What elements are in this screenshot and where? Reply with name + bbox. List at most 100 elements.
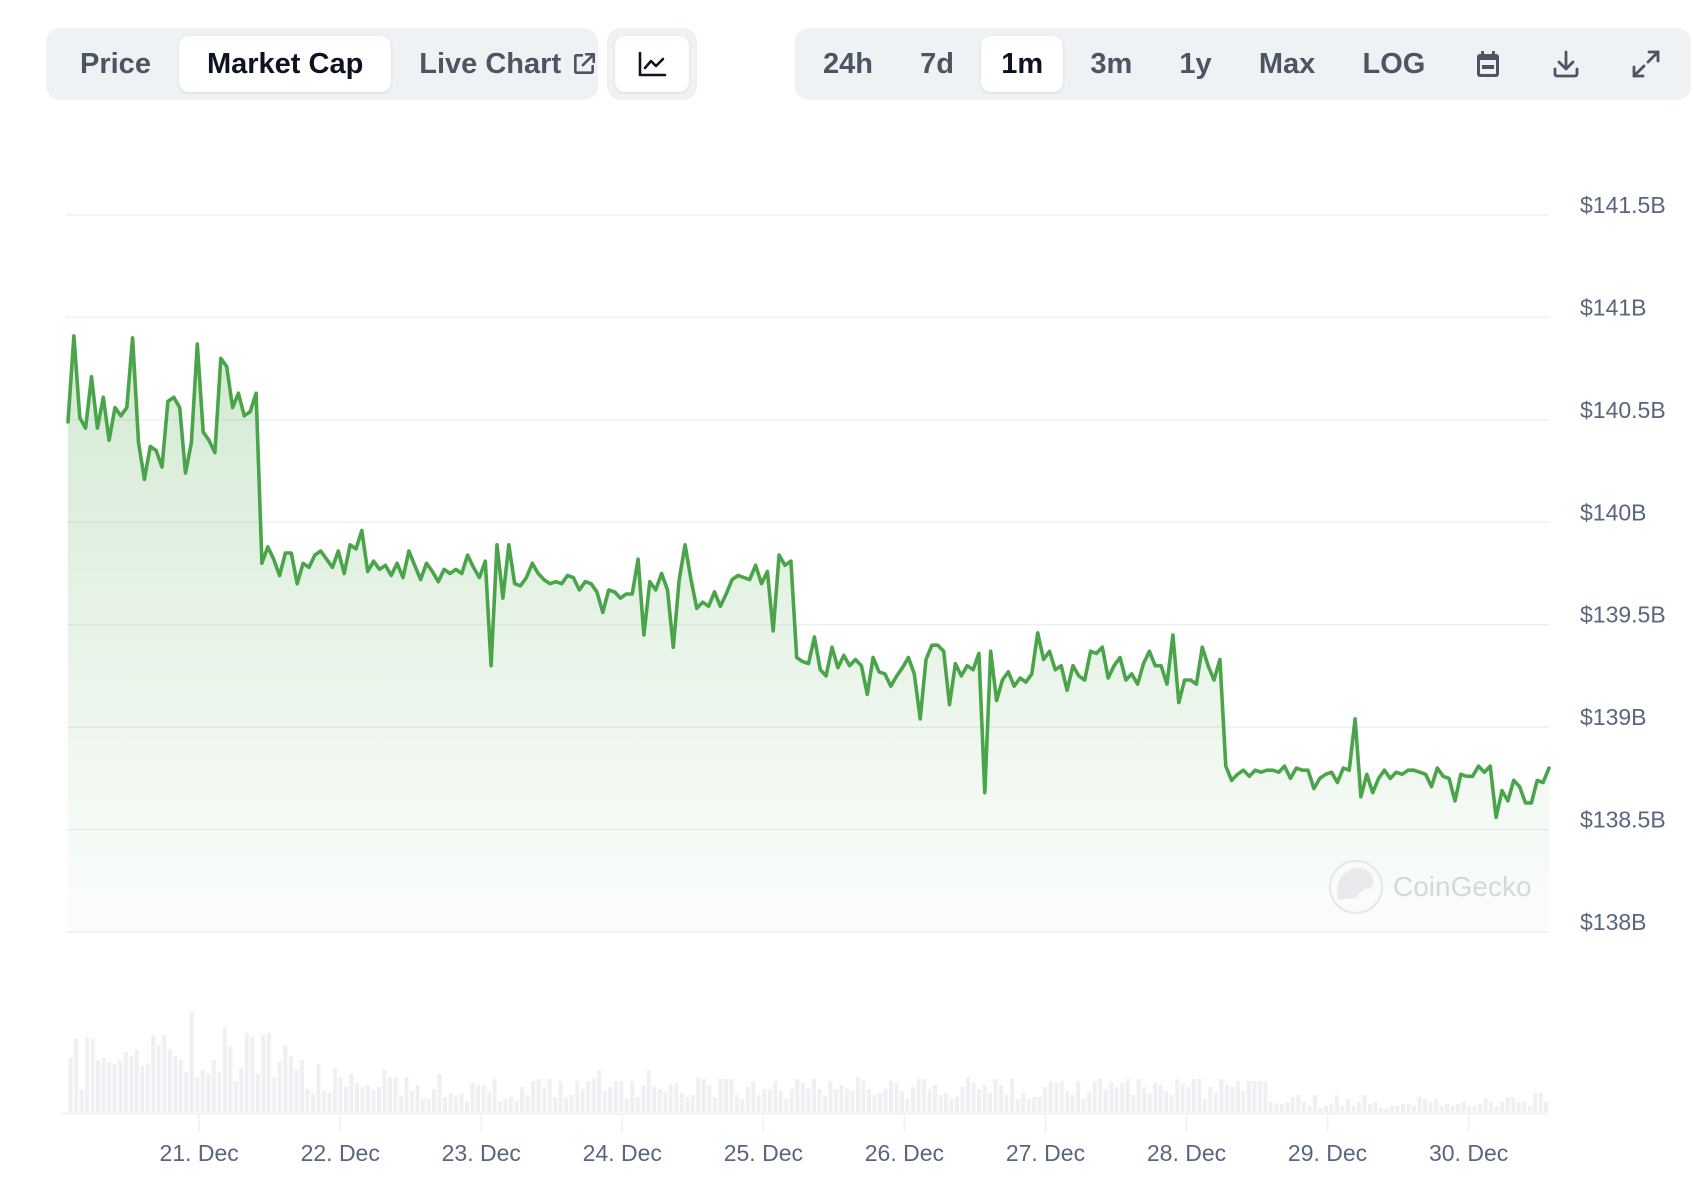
volume-bar [1312,1095,1317,1112]
volume-bar [167,1049,172,1112]
volume-bar [1065,1091,1070,1112]
volume-bar [966,1077,971,1112]
volume-bar [536,1079,541,1112]
x-tick-label: 27. Dec [1006,1140,1085,1166]
y-tick-label: $141B [1580,294,1647,320]
volume-bar [514,1101,519,1112]
volume-bar [398,1095,403,1112]
volume-bar [470,1083,475,1112]
volume-bar [1323,1106,1328,1112]
volume-bar [911,1087,916,1112]
volume-bar [244,1033,249,1112]
volume-bar [1219,1079,1224,1112]
volume-bar [1389,1106,1394,1112]
volume-bar [129,1056,134,1112]
y-tick-label: $141.5B [1580,192,1666,218]
x-tick-label: 26. Dec [865,1140,944,1166]
volume-bar [365,1085,370,1112]
volume-bar [1373,1102,1378,1112]
volume-bar [668,1085,673,1112]
volume-bar [1478,1104,1483,1112]
volume-bar [795,1079,800,1112]
volume-bar [1202,1099,1207,1112]
volume-bar [767,1089,772,1112]
y-axis-labels: $141.5B $141B $140.5B $140B $139.5B $139B $138… [1580,192,1666,935]
volume-bar [393,1077,398,1112]
volume-bar [1175,1079,1180,1112]
volume-bar [1120,1083,1125,1112]
volume-bar [476,1085,481,1112]
volume-bar [773,1081,778,1112]
volume-bar [1180,1083,1185,1112]
volume-bar [690,1095,695,1112]
volume-bar [707,1085,712,1112]
volume-bar [927,1089,932,1112]
volume-bar [872,1095,877,1112]
volume-bar [564,1097,569,1112]
volume-bar [624,1099,629,1112]
volume-bar [349,1074,354,1112]
volume-bar [580,1089,585,1112]
volume-bar [123,1052,128,1112]
y-tick-label: $139B [1580,704,1647,730]
volume-bar [591,1079,596,1112]
volume-bar [1010,1079,1015,1112]
volume-bar [184,1072,189,1112]
x-tick-label: 29. Dec [1288,1140,1367,1166]
volume-bar [173,1056,178,1112]
volume-bar [949,1099,954,1112]
market-cap-chart[interactable]: CoinGecko $141.5B $141B $140.5B $140B $139.5… [0,0,1694,1192]
volume-bar [888,1081,893,1112]
volume-bar [784,1099,789,1112]
volume-bar [481,1085,486,1112]
volume-bar [327,1093,332,1112]
volume-bar [1235,1081,1240,1112]
volume-bar [1136,1079,1141,1112]
volume-bar [1456,1104,1461,1112]
volume-bar [789,1089,794,1112]
volume-bar [630,1081,635,1112]
volume-bar [437,1074,442,1112]
volume-bar [646,1070,651,1112]
x-tick-label: 21. Dec [160,1140,239,1166]
volume-bar [999,1085,1004,1112]
volume-bar [701,1079,706,1112]
volume-bar [745,1087,750,1112]
volume-bar [1367,1104,1372,1112]
volume-bar [250,1037,255,1112]
volume-bar [1356,1102,1361,1112]
volume-bar [1081,1099,1086,1112]
volume-bar [68,1058,73,1112]
volume-bar [448,1093,453,1112]
volume-bar [933,1085,938,1112]
volume-bar [1274,1104,1279,1112]
volume-bar [938,1095,943,1112]
volume-bar [822,1095,827,1112]
volume-bar [1241,1091,1246,1112]
volume-bar [916,1079,921,1112]
volume-bar [272,1077,277,1112]
volume-bar [217,1072,222,1112]
volume-bar [1158,1085,1163,1112]
volume-bar [112,1064,117,1112]
area-layer [66,334,1551,932]
volume-bar [1290,1097,1295,1112]
volume-bar [1395,1106,1400,1112]
volume-bar [1522,1102,1527,1112]
volume-bar [498,1102,503,1112]
volume-bar [415,1085,420,1112]
volume-bar [101,1058,106,1112]
volume-bar [922,1079,927,1112]
volume-bar [1285,1102,1290,1112]
volume-bar [1043,1087,1048,1112]
volume-bar [1428,1102,1433,1112]
volume-bar [310,1093,315,1112]
volume-bar [1070,1095,1075,1112]
y-tick-label: $139.5B [1580,602,1666,628]
volume-bar [806,1089,811,1112]
volume-bar [1037,1097,1042,1112]
volume-bar [1004,1095,1009,1112]
volume-bar [107,1062,112,1112]
volume-bar [1131,1095,1136,1112]
volume-bar [1279,1104,1284,1112]
